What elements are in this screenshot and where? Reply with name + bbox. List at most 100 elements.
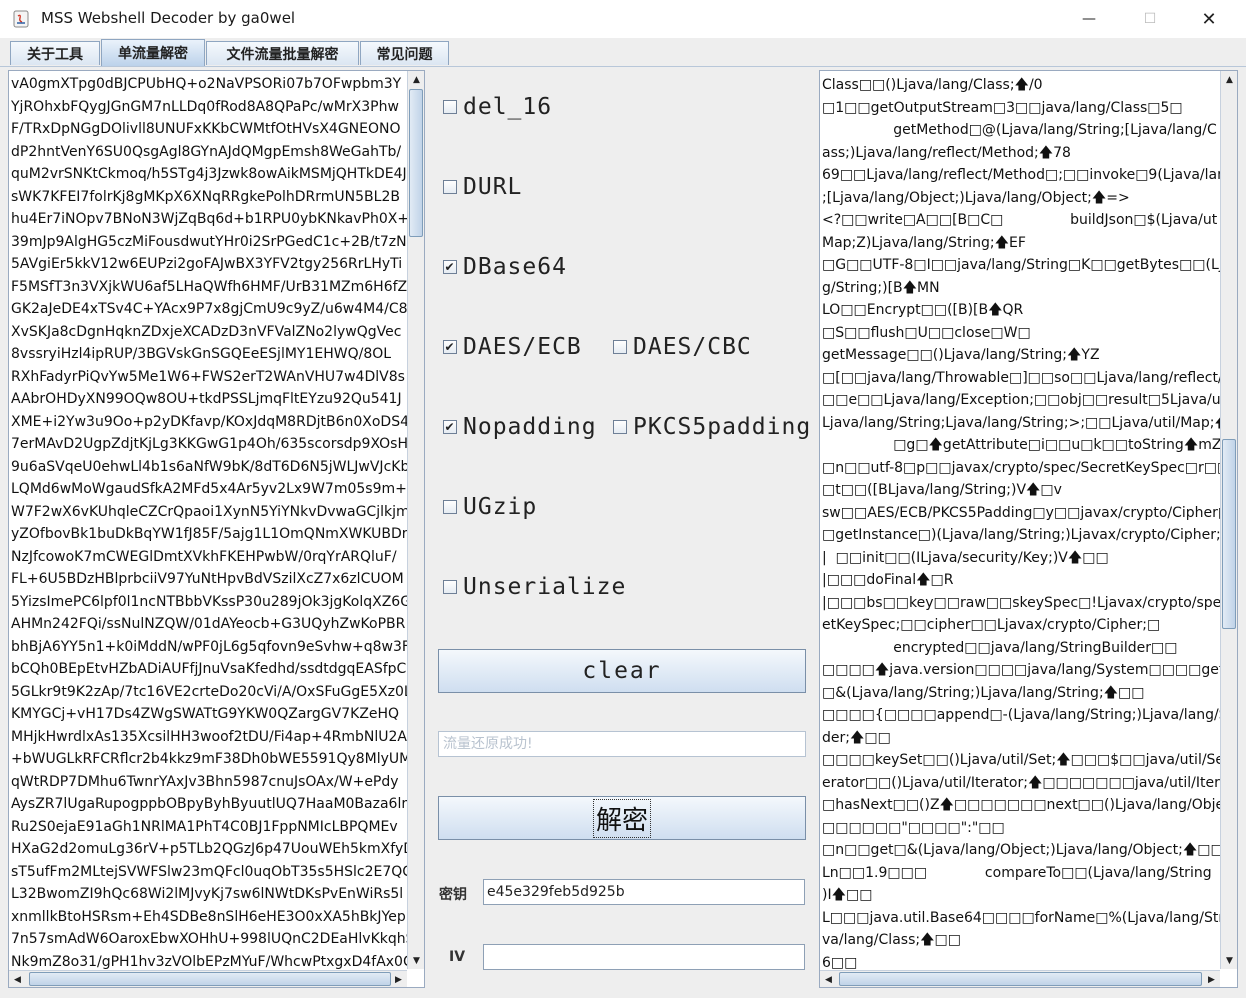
durl-checkbox[interactable]: DURL (443, 174, 522, 200)
status-field: 流量还原成功! (438, 731, 806, 757)
output-line: erator□□()Ljava/util/Iterator;🡅□□□□□□□ja… (822, 774, 1238, 791)
daes-cbc-checkbox-box[interactable] (613, 340, 627, 354)
scroll-down-arrow-icon[interactable]: ▼ (408, 952, 424, 969)
scroll-left-arrow-icon[interactable]: ◀ (9, 971, 26, 987)
java-app-icon (13, 10, 29, 28)
durl-checkbox-box[interactable] (443, 180, 457, 194)
input-horizontal-scroll-thumb[interactable] (29, 972, 391, 986)
input-text-lines[interactable]: vA0gmXTpg0dBJCPUbHQ+o2NaVPSORi07b7OFwpbm… (11, 73, 421, 973)
nopadding-checkbox[interactable]: ✔ Nopadding (443, 414, 597, 440)
output-line: etKeySpec;□□cipher□□Ljavax/crypto/Cipher… (822, 617, 1161, 633)
input-line: YjROhxbFQygJGnGM7nLLDq0fRod8A8QPaPc/wMrX… (11, 98, 399, 115)
tab-about[interactable]: 关于工具 (10, 41, 100, 65)
input-line: vA0gmXTpg0dBJCPUbHQ+o2NaVPSORi07b7OFwpbm… (11, 76, 402, 92)
scroll-down-arrow-icon[interactable]: ▼ (1221, 952, 1237, 969)
output-line: □□□□keySet□□()Ljava/util/Set;🡅□□□$□□java… (822, 752, 1238, 768)
daes-ecb-checkbox-box[interactable]: ✔ (443, 340, 457, 354)
output-horizontal-scrollbar[interactable]: ◀ ▶ (820, 970, 1220, 987)
del16-checkbox[interactable]: del_16 (443, 94, 552, 120)
input-vertical-scrollbar[interactable]: ▲ ▼ (407, 71, 424, 969)
scroll-left-arrow-icon[interactable]: ◀ (820, 971, 837, 987)
scroll-up-arrow-icon[interactable]: ▲ (1221, 71, 1237, 88)
key-label: 密钥 (439, 887, 467, 903)
output-line: | □□init□□(ILjava/security/Key;)V🡅□□ (822, 549, 1109, 566)
daes-cbc-checkbox[interactable]: DAES/CBC (613, 334, 752, 360)
output-line: getMethod□@(Ljava/lang/String;[Ljava/lan… (822, 122, 1217, 138)
iv-input[interactable] (483, 944, 805, 970)
input-line: qWtRDP7DMhu6TwnrYAxJv3Bhn5987cnuJsOAx/W+… (11, 773, 399, 790)
tab-bar: 关于工具 单流量解密 文件流量批量解密 常见问题 (0, 38, 1246, 67)
unserialize-checkbox[interactable]: Unserialize (443, 574, 626, 600)
output-line: □n□□utf-8□p□□javax/crypto/spec/SecretKey… (822, 459, 1238, 476)
dbase64-checkbox[interactable]: ✔ DBase64 (443, 254, 567, 280)
input-line: HXaG2d2omuLg36rV+p5TLb2QGzJ6p47UouWEh5km… (11, 841, 415, 857)
pkcs5padding-checkbox-label: PKCS5padding (633, 414, 812, 440)
output-line: LO□□Encrypt□□([B)[B🡅QR (822, 302, 1024, 318)
output-line: □S□□flush□U□□close□W□ (822, 324, 1031, 341)
output-vertical-scroll-thumb[interactable] (1222, 439, 1236, 629)
del16-checkbox-box[interactable] (443, 100, 457, 114)
nopadding-checkbox-label: Nopadding (463, 414, 597, 440)
output-line: |□□□doFinal🡅□R (822, 572, 954, 588)
input-line: L32BwomZI9hQc68Wi2lMJvyKj7sw6lNWtDKsPvEn… (11, 886, 404, 902)
input-line: AHMn242FQi/ssNulNZQW/01dAYeocb+G3UQyhZwK… (11, 616, 406, 632)
input-line: sT5ufFm2MLtejSVWFSlw23mQFcl0uqObT35s5HSl… (11, 863, 413, 880)
output-line: □[□□java/lang/Throwable□]□□so□□Ljava/lan… (822, 369, 1238, 386)
tab-batch-decode[interactable]: 文件流量批量解密 (206, 41, 359, 65)
input-line: 8vssryiHzl4ipRUP/3BGVskGnSGQEeESjlMY1EHW… (11, 346, 392, 362)
app-window: MSS Webshell Decoder by ga0wel — ☐ ✕ 关于工… (0, 0, 1246, 998)
tab-faq[interactable]: 常见问题 (360, 41, 449, 65)
output-horizontal-scroll-thumb[interactable] (839, 972, 1202, 986)
output-line: □n□□get□&(Ljava/lang/Object;)Ljava/lang/… (822, 842, 1238, 858)
input-line: AAbrOHDyXN99OQw8OU+tkdPSSLjmqFltEYzu92Qu… (11, 391, 402, 407)
scroll-right-arrow-icon[interactable]: ▶ (390, 971, 407, 987)
input-line: LQMd6wMoWgaudSfkA2MFd5x4Ar5yv2Lx9W7m05s9… (11, 481, 416, 497)
output-line: g/String;)[B🡅MN (822, 279, 940, 296)
clear-button[interactable]: clear (438, 649, 806, 693)
input-horizontal-scrollbar[interactable]: ◀ ▶ (9, 970, 407, 987)
ugzip-checkbox[interactable]: UGzip (443, 494, 537, 520)
input-vertical-scroll-thumb[interactable] (409, 89, 423, 237)
scroll-up-arrow-icon[interactable]: ▲ (408, 71, 424, 88)
decode-button[interactable]: 解密 (438, 796, 806, 840)
minimize-button[interactable]: — (1066, 0, 1112, 38)
nopadding-checkbox-box[interactable]: ✔ (443, 420, 457, 434)
input-line: sWK7KFEI7folrKj8gMKpX6XNqRRgkePolhDRrmUN… (11, 188, 400, 205)
input-line: bhBjA6YY5n1+k0iMddN/wPF0jL6g5qfovn9eSvhw… (11, 638, 421, 655)
output-line: )I🡅□□ (822, 887, 873, 903)
close-button[interactable]: ✕ (1186, 0, 1232, 38)
output-line: ass;)Ljava/lang/reflect/Method;🡅78 (822, 144, 1071, 161)
ugzip-checkbox-box[interactable] (443, 500, 457, 514)
dbase64-checkbox-box[interactable]: ✔ (443, 260, 457, 274)
input-line: 9u6aSVqeU0ehwLl4b1s6aNfW9bK/8dT6D6N5jWLJ… (11, 458, 410, 475)
scroll-right-arrow-icon[interactable]: ▶ (1203, 971, 1220, 987)
options-panel: del_16 DURL ✔ DBase64 ✔ DAES/ECB DAES/CB… (433, 68, 813, 988)
tab-single-decode[interactable]: 单流量解密 (101, 39, 205, 66)
pkcs5padding-checkbox-box[interactable] (613, 420, 627, 434)
output-line: |□□□bs□□key□□raw□□skeySpec□!Ljavax/crypt… (822, 594, 1238, 611)
daes-ecb-checkbox[interactable]: ✔ DAES/ECB (443, 334, 582, 360)
input-line: MHjkHwrdlxAs135XcsilHH3woof2tDU/Fi4ap+4R… (11, 728, 416, 745)
input-line: F/TRxDpNGgDOlivll8UNUFxKKbCWMtfOtHVsX4GN… (11, 121, 401, 137)
pkcs5padding-checkbox[interactable]: PKCS5padding (613, 414, 811, 440)
input-line: FL+6U5BDzHBlprbciiV97YuNtHpvBdVSzilXcZ7x… (11, 571, 404, 587)
output-vertical-scrollbar[interactable]: ▲ ▼ (1220, 71, 1237, 969)
output-line: □□□□□□"□□□□":"□□ (822, 819, 1005, 836)
dbase64-checkbox-label: DBase64 (463, 254, 567, 280)
input-line: dP2hntVenY6SU0QsgAgl8GYnAJdQMgpEmsh8WeGa… (11, 143, 402, 160)
input-line: 39mJp9AlgHG5czMiFousdwutYHr0i2SrPGedC1c+… (11, 233, 407, 250)
window-title: MSS Webshell Decoder by ga0wel (41, 9, 296, 27)
durl-checkbox-label: DURL (463, 174, 523, 200)
input-line: GK2aJeDE4xTSv4C+YAcx9P7x8gjCmU9c9yZ/u6w4… (11, 301, 408, 317)
input-text-area[interactable]: vA0gmXTpg0dBJCPUbHQ+o2NaVPSORi07b7OFwpbm… (8, 70, 425, 988)
maximize-button[interactable]: ☐ (1127, 0, 1173, 38)
output-text-area[interactable]: Class□□()Ljava/lang/Class;🡅/0 □1□□getOutp… (819, 70, 1238, 988)
input-line: RXhFadyrPiQvYw5Me1W6+FWS2erT2WAnVHU7w4Dl… (11, 368, 405, 385)
key-input[interactable]: e45e329feb5d925b (483, 879, 805, 905)
daes-ecb-checkbox-label: DAES/ECB (463, 334, 582, 360)
input-line: 5YizsImePC6lpf0l1ncNTBbbVKssP30u289jOk3j… (11, 593, 412, 610)
input-line: quM2vrSNKtCkmoq/h5STg4j3Jzwk8owAikMSMjQH… (11, 166, 407, 182)
output-text-lines[interactable]: Class□□()Ljava/lang/Class;🡅/0 □1□□getOutp… (822, 74, 1238, 974)
unserialize-checkbox-box[interactable] (443, 580, 457, 594)
output-line: Ljava/lang/String;Ljava/lang/String;>;□□… (822, 414, 1238, 431)
